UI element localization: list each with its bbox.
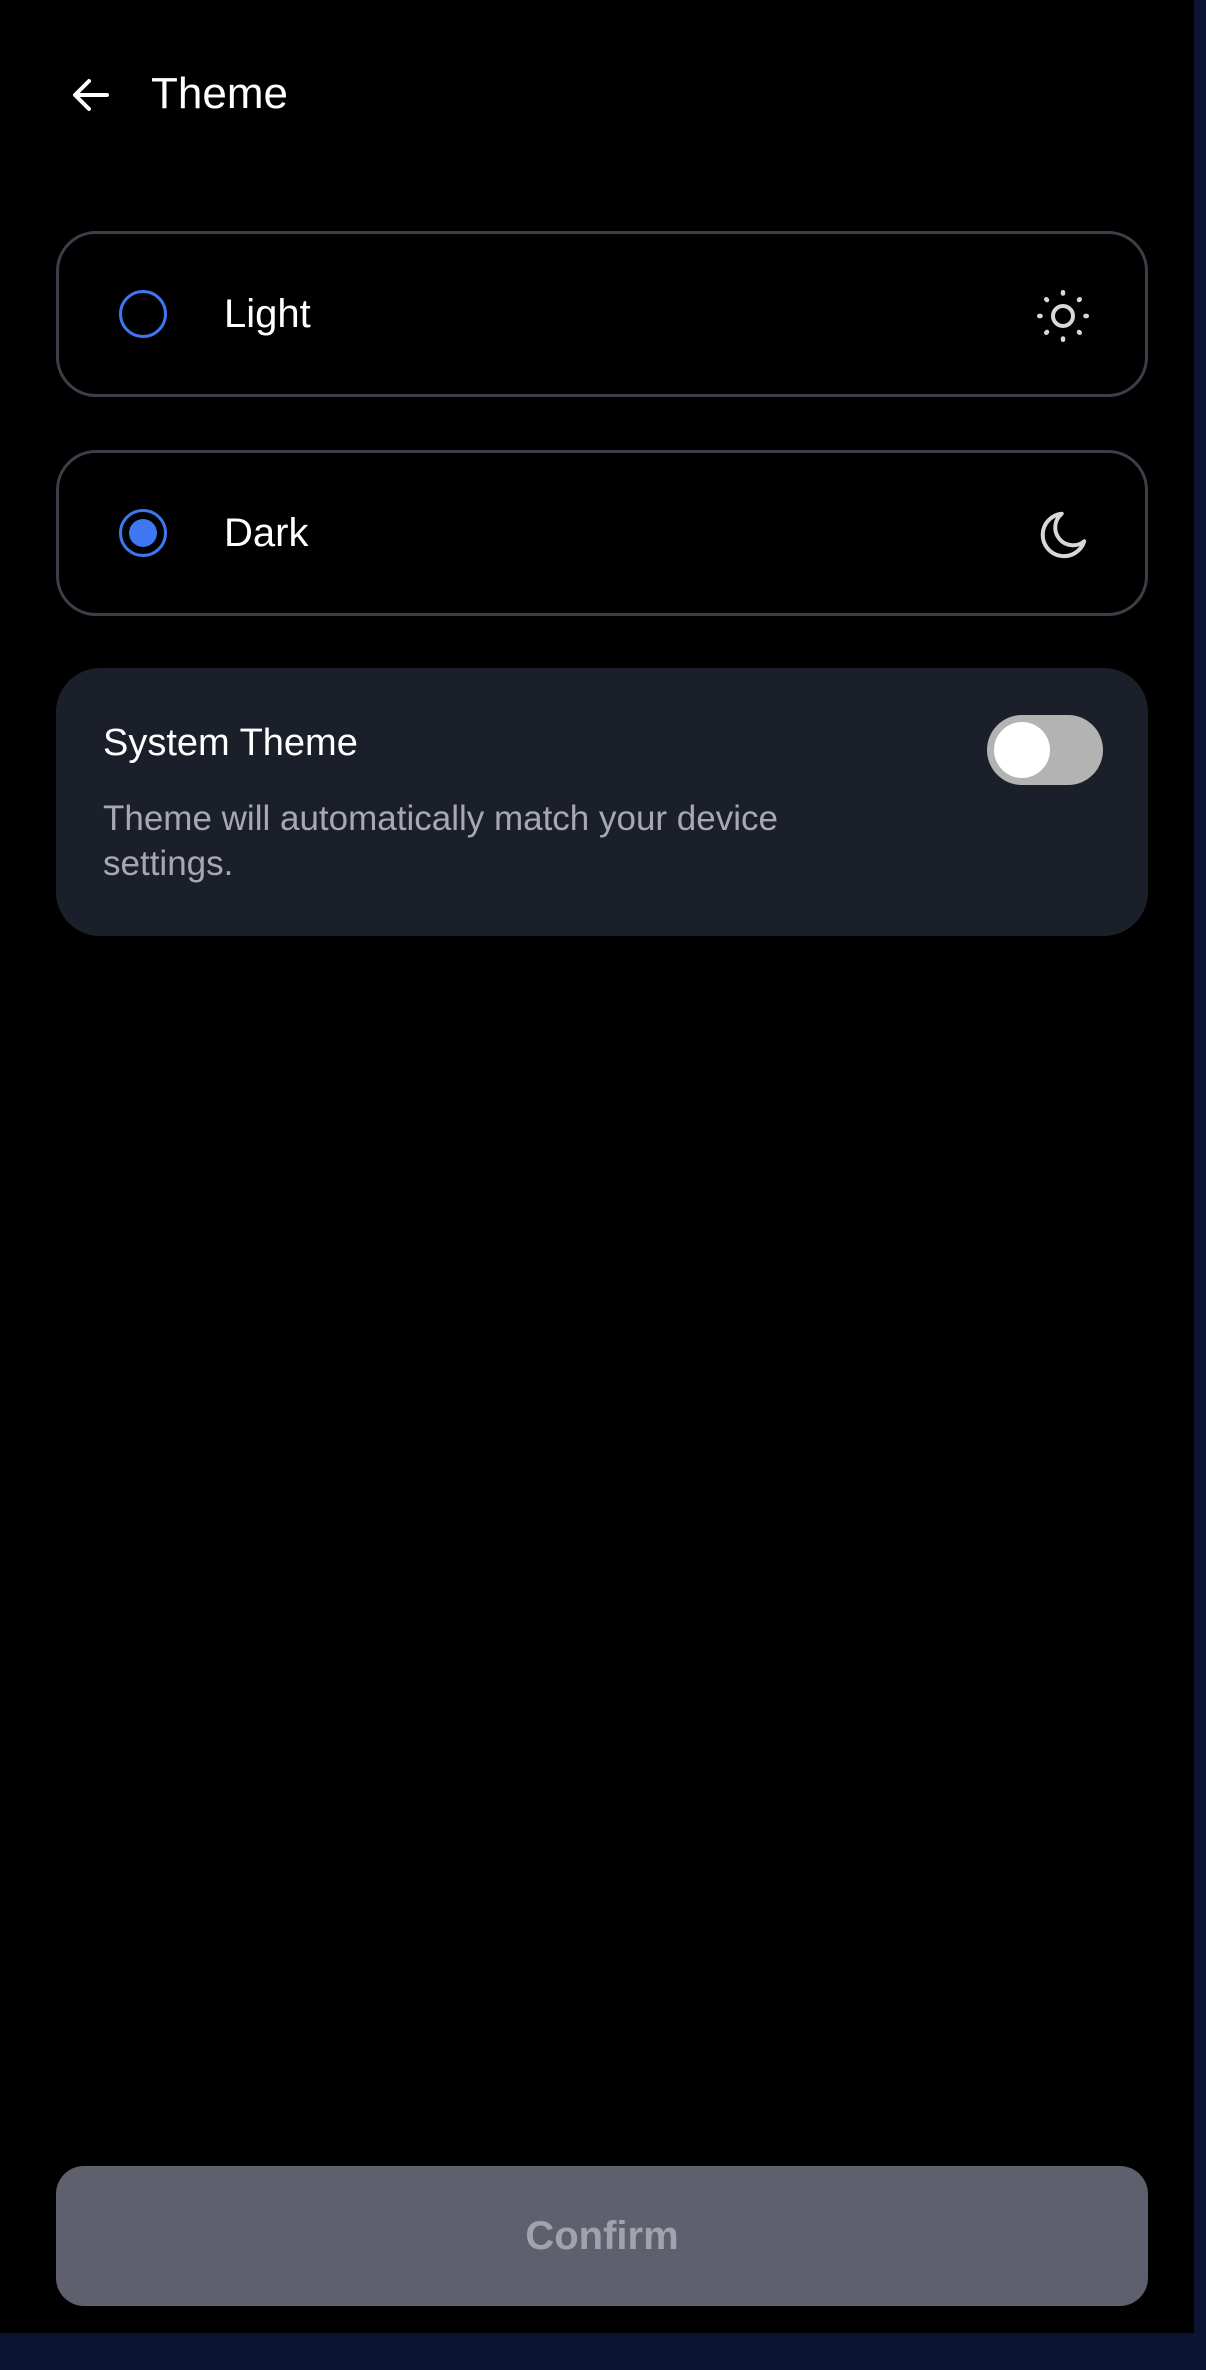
arrow-left-icon: [73, 79, 109, 111]
system-theme-toggle[interactable]: [987, 715, 1103, 785]
theme-option-light[interactable]: Light: [56, 231, 1148, 397]
system-theme-description: Theme will automatically match your devi…: [103, 799, 778, 883]
sun-icon: [1037, 290, 1089, 342]
radio-button-light[interactable]: [119, 290, 167, 338]
system-theme-card: System Theme Theme will automatically ma…: [56, 668, 1148, 936]
header: Theme: [0, 0, 1194, 190]
option-label-light: Light: [224, 292, 311, 336]
option-label-dark: Dark: [224, 511, 309, 555]
theme-option-dark[interactable]: Dark: [56, 450, 1148, 616]
moon-icon: [1040, 511, 1087, 559]
confirm-label: Confirm: [525, 2213, 679, 2258]
theme-screen: Theme Light Dark System Theme Theme will…: [0, 0, 1194, 2333]
radio-button-dark[interactable]: [119, 509, 167, 557]
back-button[interactable]: [56, 60, 126, 130]
radio-selected-dot: [129, 519, 157, 547]
page-title: Theme: [151, 69, 288, 118]
confirm-button[interactable]: Confirm: [56, 2166, 1148, 2306]
system-theme-title: System Theme: [103, 722, 358, 764]
toggle-knob: [994, 722, 1050, 778]
